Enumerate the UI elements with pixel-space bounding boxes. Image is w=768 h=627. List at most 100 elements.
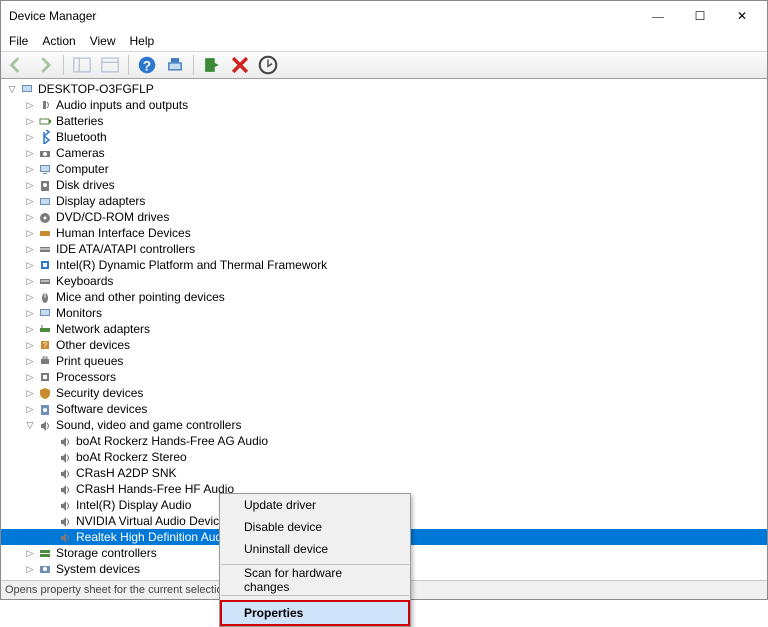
expand-arrow-icon[interactable]: ▷ xyxy=(25,244,35,254)
tree-device[interactable]: CRasH A2DP SNK xyxy=(1,465,767,481)
expand-arrow-icon[interactable]: ▷ xyxy=(25,116,35,126)
tree-category[interactable]: ▷ IDE ATA/ATAPI controllers xyxy=(1,241,767,257)
show-hide-tree-button[interactable] xyxy=(70,53,94,77)
tree-category[interactable]: ▷ Audio inputs and outputs xyxy=(1,97,767,113)
mouse-icon xyxy=(38,290,52,304)
tree-category[interactable]: ▷Batteries xyxy=(1,113,767,129)
context-menu-item[interactable]: Disable device xyxy=(220,516,410,538)
help-button[interactable]: ? xyxy=(135,53,159,77)
tree-label: Monitors xyxy=(56,306,102,320)
collapse-arrow-icon[interactable]: ▽ xyxy=(25,420,35,430)
camera-icon xyxy=(38,146,52,160)
forward-button[interactable] xyxy=(33,53,57,77)
tree-category[interactable]: ▷ Monitors xyxy=(1,305,767,321)
statusbar-text: Opens property sheet for the current sel… xyxy=(5,584,232,596)
tree-category[interactable]: ▷Computer xyxy=(1,161,767,177)
maximize-button[interactable]: ☐ xyxy=(679,4,721,28)
tree-device[interactable]: boAt Rockerz Hands-Free AG Audio xyxy=(1,433,767,449)
back-button[interactable] xyxy=(5,53,29,77)
scan-hardware-button[interactable] xyxy=(163,53,187,77)
speaker-icon xyxy=(38,418,52,432)
collapse-arrow-icon[interactable]: ▽ xyxy=(7,84,17,94)
properties-button[interactable] xyxy=(98,53,122,77)
tree-category[interactable]: ▷Disk drives xyxy=(1,177,767,193)
tree-category[interactable]: ▷ Bluetooth xyxy=(1,129,767,145)
close-button[interactable]: ✕ xyxy=(721,4,763,28)
monitor-icon xyxy=(38,306,52,320)
tree-label: Bluetooth xyxy=(56,130,107,144)
tree-category[interactable]: ▷ Mice and other pointing devices xyxy=(1,289,767,305)
tree-category[interactable]: ▷Keyboards xyxy=(1,273,767,289)
expand-arrow-icon[interactable]: ▷ xyxy=(25,276,35,286)
tree-category[interactable]: ▷Network adapters xyxy=(1,321,767,337)
tree-category[interactable]: ▷Security devices xyxy=(1,385,767,401)
disable-device-button[interactable] xyxy=(228,53,252,77)
menu-view[interactable]: View xyxy=(90,34,116,48)
tree-label: DVD/CD-ROM drives xyxy=(56,210,169,224)
tree-category[interactable]: ▷ Intel(R) Dynamic Platform and Thermal F… xyxy=(1,257,767,273)
expand-arrow-icon[interactable]: ▷ xyxy=(25,164,35,174)
expand-arrow-icon[interactable]: ▷ xyxy=(25,388,35,398)
tree-category[interactable]: ▷Human Interface Devices xyxy=(1,225,767,241)
expand-arrow-icon[interactable]: ▷ xyxy=(25,196,35,206)
menu-file[interactable]: File xyxy=(9,34,28,48)
minimize-button[interactable]: — xyxy=(637,4,679,28)
tree-category[interactable]: ▷Processors xyxy=(1,369,767,385)
tree-device[interactable]: boAt Rockerz Stereo xyxy=(1,449,767,465)
tree-category[interactable]: ▷Cameras xyxy=(1,145,767,161)
expand-arrow-icon[interactable]: ▷ xyxy=(25,148,35,158)
speaker-icon xyxy=(58,450,72,464)
expand-arrow-icon[interactable]: ▷ xyxy=(25,132,35,142)
expand-arrow-icon[interactable]: ▷ xyxy=(25,292,35,302)
context-menu-item[interactable]: Properties xyxy=(220,600,410,626)
speaker-icon xyxy=(58,466,72,480)
tree-category[interactable]: ▷ Display adapters xyxy=(1,193,767,209)
battery-icon xyxy=(38,114,52,128)
menu-help[interactable]: Help xyxy=(130,34,155,48)
tree-indent xyxy=(45,452,55,462)
speaker-icon xyxy=(58,530,72,544)
tree-category-sound[interactable]: ▽Sound, video and game controllers xyxy=(1,417,767,433)
speaker-icon xyxy=(58,482,72,496)
tree-label: Mice and other pointing devices xyxy=(56,290,225,304)
context-menu-item[interactable]: Scan for hardware changes xyxy=(220,569,410,591)
tree-label: boAt Rockerz Stereo xyxy=(76,450,187,464)
tree-label: Storage controllers xyxy=(56,546,157,560)
tree-label: Intel(R) Dynamic Platform and Thermal Fr… xyxy=(56,258,327,272)
uninstall-device-button[interactable] xyxy=(256,53,280,77)
expand-arrow-icon[interactable]: ▷ xyxy=(25,260,35,270)
tree-category[interactable]: ▷ DVD/CD-ROM drives xyxy=(1,209,767,225)
context-menu-item[interactable]: Uninstall device xyxy=(220,538,410,560)
tree-label: Intel(R) Display Audio xyxy=(76,498,191,512)
tree-indent xyxy=(45,532,55,542)
expand-arrow-icon[interactable]: ▷ xyxy=(25,228,35,238)
tree-indent xyxy=(45,484,55,494)
expand-arrow-icon[interactable]: ▷ xyxy=(25,548,35,558)
expand-arrow-icon[interactable]: ▷ xyxy=(25,340,35,350)
context-menu[interactable]: Update driverDisable deviceUninstall dev… xyxy=(219,493,411,627)
tree-category[interactable]: ▷?Other devices xyxy=(1,337,767,353)
expand-arrow-icon[interactable]: ▷ xyxy=(25,404,35,414)
tree-label: Audio inputs and outputs xyxy=(56,98,188,112)
tree-label: Realtek High Definition Audio xyxy=(76,530,231,544)
expand-arrow-icon[interactable]: ▷ xyxy=(25,564,35,574)
expand-arrow-icon[interactable]: ▷ xyxy=(25,308,35,318)
expand-arrow-icon[interactable]: ▷ xyxy=(25,100,35,110)
menu-action[interactable]: Action xyxy=(42,34,75,48)
tree-label: IDE ATA/ATAPI controllers xyxy=(56,242,195,256)
enable-device-button[interactable] xyxy=(200,53,224,77)
titlebar: Device Manager — ☐ ✕ xyxy=(1,1,767,31)
tree-label: DESKTOP-O3FGFLP xyxy=(38,82,154,96)
tree-category[interactable]: ▷Print queues xyxy=(1,353,767,369)
expand-arrow-icon[interactable]: ▷ xyxy=(25,356,35,366)
expand-arrow-icon[interactable]: ▷ xyxy=(25,372,35,382)
expand-arrow-icon[interactable]: ▷ xyxy=(25,324,35,334)
context-menu-item[interactable]: Update driver xyxy=(220,494,410,516)
tree-label: CRasH A2DP SNK xyxy=(76,466,176,480)
tree-category[interactable]: ▷Software devices xyxy=(1,401,767,417)
tree-indent xyxy=(45,468,55,478)
tree-label: Display adapters xyxy=(56,194,145,208)
tree-root[interactable]: ▽ DESKTOP-O3FGFLP xyxy=(1,81,767,97)
expand-arrow-icon[interactable]: ▷ xyxy=(25,180,35,190)
expand-arrow-icon[interactable]: ▷ xyxy=(25,212,35,222)
